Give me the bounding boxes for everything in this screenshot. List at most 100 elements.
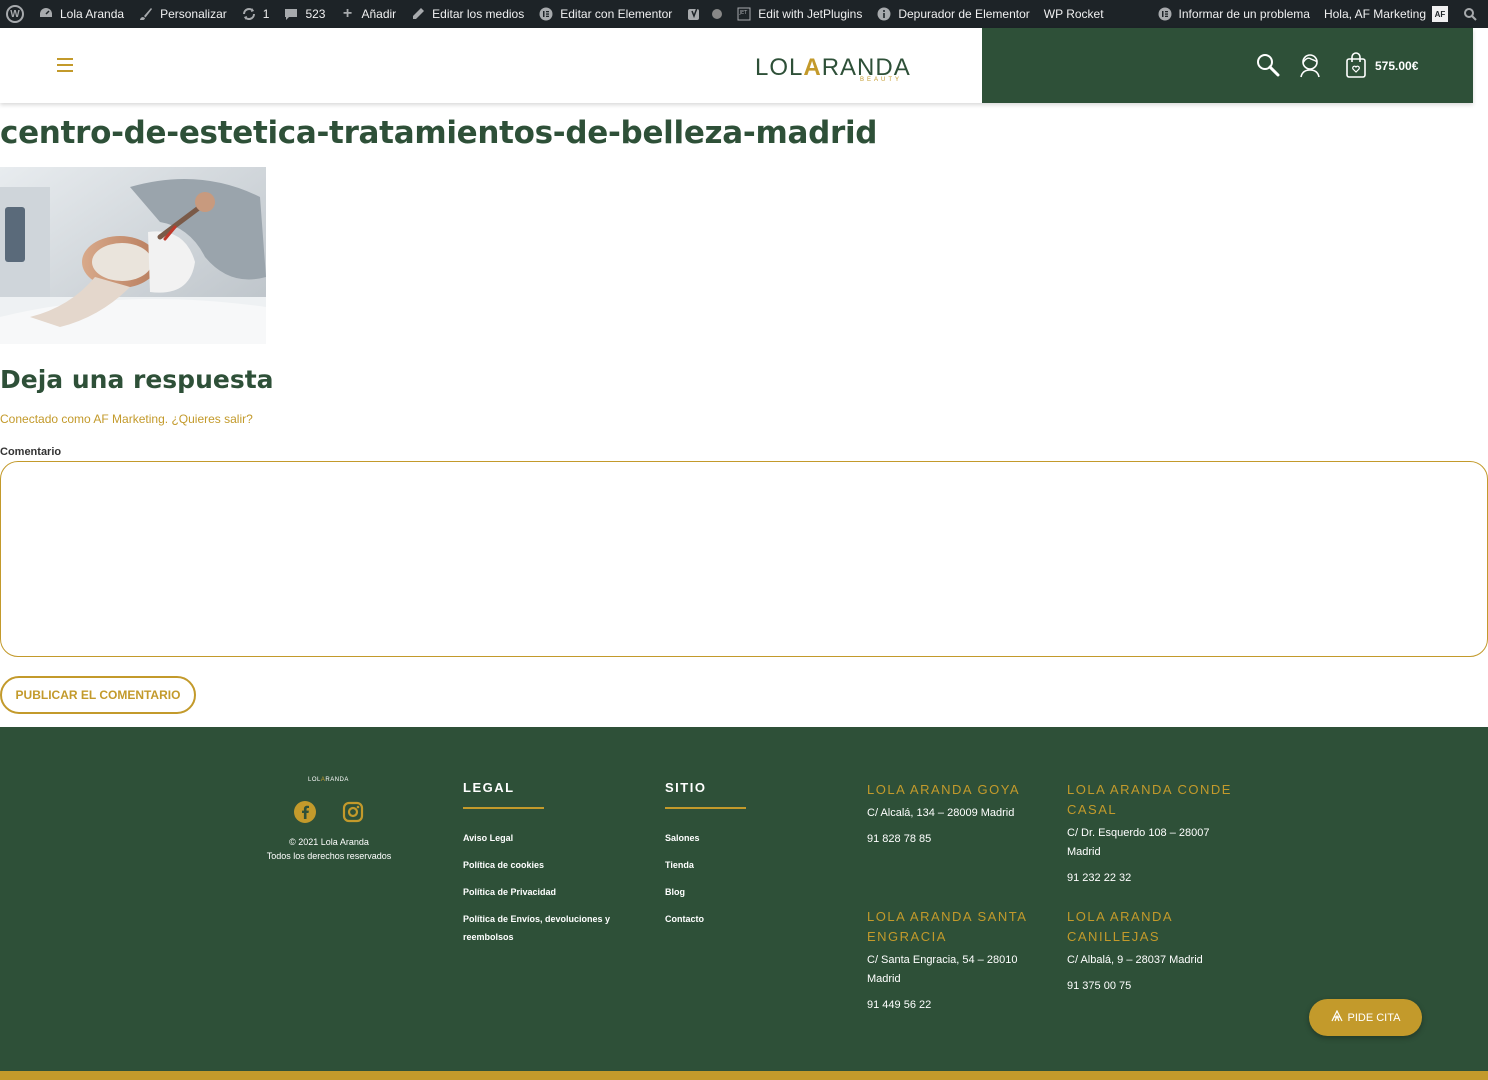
location-address: C/ Alcalá, 134 – 28009 Madrid <box>867 807 1015 819</box>
refresh-icon <box>241 6 257 22</box>
submit-comment-button[interactable]: PUBLICAR EL COMENTARIO <box>0 676 196 714</box>
location-phone[interactable]: 91 232 22 32 <box>1067 869 1242 888</box>
plus-icon: + <box>342 5 353 22</box>
admin-bar: W Lola Aranda Personalizar 1 523 + Añadi… <box>0 0 1488 28</box>
brush-icon <box>138 6 154 22</box>
admin-edit-elementor[interactable]: Editar con Elementor <box>531 0 679 28</box>
footer-link-blog[interactable]: Blog <box>665 883 785 901</box>
cart-bag-icon[interactable] <box>1343 52 1369 78</box>
location-address: C/ Dr. Esquerdo 108 – 28007 Madrid <box>1067 827 1210 858</box>
footer-link-aviso-legal[interactable]: Aviso Legal <box>463 829 628 847</box>
admin-elementor-debugger-label: Depurador de Elementor <box>898 7 1030 21</box>
pide-cita-label: PIDE CITA <box>1347 1011 1401 1024</box>
account-icon[interactable] <box>1297 52 1323 78</box>
pencil-icon <box>410 6 426 22</box>
cart-total[interactable]: 575.00€ <box>1375 59 1418 73</box>
footer-sitio-heading: SITIO <box>665 780 707 795</box>
admin-customize-label: Personalizar <box>160 7 227 21</box>
logged-in-notice: Conectado como AF Marketing. ¿Quieres sa… <box>0 412 253 426</box>
site-footer: LOLARANDA © 2021 Lola Aranda Todos los d… <box>0 727 1488 1080</box>
hamburger-menu-icon[interactable] <box>57 58 73 72</box>
footer-link-envios[interactable]: Política de Envíos, devoluciones y reemb… <box>463 910 628 946</box>
footer-logo[interactable]: LOLARANDA <box>308 777 349 783</box>
location-phone[interactable]: 91 449 56 22 <box>867 996 1042 1015</box>
instagram-icon[interactable] <box>342 801 364 823</box>
admin-comments[interactable]: 523 <box>276 0 332 28</box>
lola-a-icon <box>1330 1009 1343 1025</box>
admin-edit-elementor-label: Editar con Elementor <box>560 7 673 21</box>
admin-customize[interactable]: Personalizar <box>131 0 234 28</box>
admin-yoast[interactable] <box>679 0 729 28</box>
admin-add-new-label: Añadir <box>361 7 397 21</box>
svg-text:JET: JET <box>739 10 749 16</box>
comment-textarea[interactable] <box>0 461 1488 657</box>
logged-in-as-link[interactable]: Conectado como AF Marketing. <box>0 412 168 426</box>
elementor-report-icon <box>1157 6 1173 22</box>
location-address: C/ Albalá, 9 – 28037 Madrid <box>1067 954 1203 966</box>
footer-link-tienda[interactable]: Tienda <box>665 856 785 874</box>
admin-elementor-debugger[interactable]: Depurador de Elementor <box>869 0 1036 28</box>
location-address: C/ Santa Engracia, 54 – 28010 Madrid <box>867 954 1018 985</box>
footer-legal-links: Aviso Legal Política de cookies Política… <box>463 829 628 955</box>
elementor-icon <box>538 6 554 22</box>
location-name: LOLA ARANDA CONDE CASAL <box>1067 782 1232 817</box>
footer-legal-divider <box>463 807 544 809</box>
page-title: centro-de-estetica-tratamientos-de-belle… <box>0 115 878 151</box>
admin-wp-rocket[interactable]: WP Rocket <box>1037 0 1111 28</box>
pide-cita-button[interactable]: PIDE CITA <box>1309 999 1422 1036</box>
jetplugins-icon: JET <box>736 6 752 22</box>
footer-link-cookies[interactable]: Política de cookies <box>463 856 628 874</box>
search-icon <box>1462 6 1478 22</box>
reply-title: Deja una respuesta <box>0 365 274 394</box>
search-icon[interactable] <box>1255 52 1281 78</box>
location-name: LOLA ARANDA CANILLEJAS <box>1067 909 1173 944</box>
location-phone[interactable]: 91 375 00 75 <box>1067 977 1242 996</box>
wordpress-icon: W <box>6 5 24 23</box>
footer-copyright: © 2021 Lola Aranda Todos los derechos re… <box>250 835 408 863</box>
location-conde-casal: LOLA ARANDA CONDE CASAL C/ Dr. Esquerdo … <box>1067 780 1242 888</box>
admin-site-name-label: Lola Aranda <box>60 7 125 21</box>
location-santa-engracia: LOLA ARANDA SANTA ENGRACIA C/ Santa Engr… <box>867 907 1042 1015</box>
wordpress-logo-menu[interactable]: W <box>0 0 31 28</box>
logout-link[interactable]: ¿Quieres salir? <box>171 412 252 426</box>
admin-search[interactable] <box>1455 0 1488 28</box>
logo-text-a: A <box>803 54 822 81</box>
attachment-image[interactable] <box>0 167 266 344</box>
footer-bottom-bar <box>0 1071 1488 1080</box>
admin-report-problem-label: Informar de un problema <box>1178 7 1310 21</box>
footer-link-privacidad[interactable]: Política de Privacidad <box>463 883 628 901</box>
facebook-icon[interactable] <box>294 801 316 823</box>
admin-edit-media[interactable]: Editar los medios <box>403 0 531 28</box>
site-header: LOLARANDA BEAUTY 575.00€ <box>0 28 1473 103</box>
comment-label: Comentario <box>0 446 62 458</box>
admin-report-problem[interactable]: Informar de un problema <box>1150 0 1317 28</box>
location-name: LOLA ARANDA GOYA <box>867 782 1021 797</box>
copyright-line-1: © 2021 Lola Aranda <box>289 837 369 847</box>
location-phone[interactable]: 91 828 78 85 <box>867 830 1042 849</box>
comment-bubble-icon <box>283 6 299 22</box>
yoast-icon <box>686 6 702 22</box>
footer-link-contacto[interactable]: Contacto <box>665 910 785 928</box>
footer-link-salones[interactable]: Salones <box>665 829 785 847</box>
dashboard-icon <box>38 6 54 22</box>
admin-comments-count: 523 <box>305 7 326 21</box>
admin-greeting: Hola, AF Marketing <box>1323 7 1426 21</box>
location-goya: LOLA ARANDA GOYA C/ Alcalá, 134 – 28009 … <box>867 780 1042 849</box>
yoast-status-dot-icon <box>712 9 723 19</box>
footer-logo-left: LOL <box>308 777 321 783</box>
footer-sitio-links: Salones Tienda Blog Contacto <box>665 829 785 937</box>
footer-logo-right: RANDA <box>325 777 349 783</box>
admin-edit-jetplugins[interactable]: JET Edit with JetPlugins <box>729 0 869 28</box>
footer-sitio-divider <box>665 807 746 809</box>
admin-site-name[interactable]: Lola Aranda <box>31 0 131 28</box>
logo-text-left: LOL <box>755 54 804 81</box>
avatar: AF <box>1432 6 1448 22</box>
admin-edit-media-label: Editar los medios <box>432 7 525 21</box>
admin-add-new[interactable]: + Añadir <box>332 0 403 28</box>
admin-updates[interactable]: 1 <box>234 0 277 28</box>
copyright-line-2: Todos los derechos reservados <box>266 851 392 861</box>
admin-wp-rocket-label: WP Rocket <box>1043 7 1104 21</box>
info-icon <box>876 6 892 22</box>
location-canillejas: LOLA ARANDA CANILLEJAS C/ Albalá, 9 – 28… <box>1067 907 1242 996</box>
admin-my-account[interactable]: Hola, AF Marketing AF <box>1317 0 1455 28</box>
